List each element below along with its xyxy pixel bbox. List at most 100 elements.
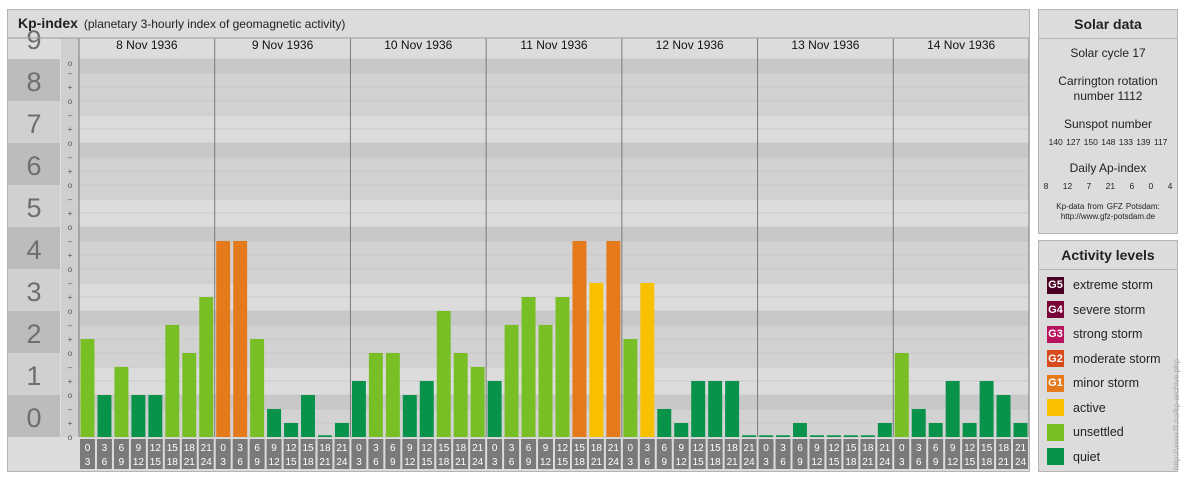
minor-tick-mark: +	[68, 125, 73, 134]
interval-start-label: 12	[693, 443, 705, 454]
minor-tick-mark: +	[68, 83, 73, 92]
interval-end-label: 9	[254, 457, 260, 468]
interval-start-label: 15	[302, 443, 314, 454]
solar-cycle: Solar cycle 17	[1070, 46, 1146, 60]
interval-end-label: 18	[438, 457, 450, 468]
y-tick-label: 3	[26, 277, 41, 307]
minor-tick-mark: –	[68, 405, 73, 414]
sunspot-values: 140 127 150 148 133 139 117	[1048, 137, 1168, 147]
daily-ap-label: Daily Ap-index	[1069, 161, 1147, 175]
interval-end-label: 6	[373, 457, 379, 468]
interval-start-label: 6	[254, 443, 260, 454]
interval-end-label: 3	[899, 457, 905, 468]
legend-item-extreme-storm: G5 extreme storm	[1047, 275, 1153, 295]
kp-bar	[911, 408, 926, 437]
interval-end-label: 9	[119, 457, 125, 468]
interval-end-label: 24	[744, 457, 756, 468]
interval-end-label: 12	[133, 457, 145, 468]
interval-end-label: 21	[591, 457, 603, 468]
minor-tick-mark: –	[68, 237, 73, 246]
y-tick-label: 4	[26, 235, 41, 265]
minor-tick-mark: +	[68, 167, 73, 176]
plot-band-top	[79, 59, 1029, 73]
interval-end-label: 9	[526, 457, 532, 468]
interval-end-label: 3	[492, 457, 498, 468]
kp-bar	[776, 435, 790, 437]
interval-start-label: 0	[763, 443, 769, 454]
kp-bar	[267, 408, 282, 437]
interval-end-label: 15	[828, 457, 840, 468]
legend-item-quiet: quiet	[1047, 447, 1100, 467]
interval-end-label: 9	[390, 457, 396, 468]
minor-tick-mark: o	[68, 265, 73, 274]
interval-start-label: 21	[879, 443, 891, 454]
interval-end-label: 12	[540, 457, 552, 468]
interval-end-label: 6	[916, 457, 922, 468]
legend-label: strong storm	[1073, 327, 1143, 341]
interval-start-label: 6	[390, 443, 396, 454]
kp-bar	[504, 324, 519, 437]
kp-bar	[148, 395, 163, 437]
kp-bar	[894, 353, 909, 437]
interval-start-label: 9	[136, 443, 142, 454]
interval-end-label: 18	[302, 457, 314, 468]
interval-start-label: 18	[862, 443, 874, 454]
interval-end-label: 15	[421, 457, 433, 468]
y-tick-label: 6	[26, 151, 41, 181]
kp-bar	[843, 435, 858, 437]
interval-start-label: 18	[184, 443, 196, 454]
interval-end-label: 24	[608, 457, 620, 468]
day-label: 12 Nov 1936	[656, 38, 724, 52]
kp-bar	[962, 423, 977, 437]
minor-tick-mark: –	[68, 279, 73, 288]
activity-levels-panel: Activity levels G5 extreme storm G4 severe …	[1038, 240, 1178, 472]
plot-band-top	[79, 101, 1029, 115]
interval-end-label: 15	[150, 457, 162, 468]
kp-bar	[657, 408, 672, 437]
legend-item-active: active	[1047, 398, 1106, 418]
interval-start-label: 0	[356, 443, 362, 454]
carrington-rotation-number: number 1112	[1073, 89, 1143, 103]
interval-end-label: 9	[661, 457, 667, 468]
y-tick-label: 8	[26, 67, 41, 97]
interval-end-label: 24	[879, 457, 891, 468]
kp-bar	[436, 311, 451, 437]
interval-start-label: 3	[645, 443, 651, 454]
kp-bar	[182, 353, 197, 437]
minor-tick-mark: o	[68, 433, 73, 442]
kp-bar	[470, 366, 485, 437]
kp-bar	[521, 297, 536, 437]
legend-label: severe storm	[1073, 302, 1146, 317]
minor-tick-mark: +	[68, 419, 73, 428]
kp-bar	[131, 395, 146, 437]
legend-swatch: G4	[1047, 301, 1064, 318]
interval-start-label: 9	[407, 443, 413, 454]
interval-start-label: 3	[373, 443, 379, 454]
minor-tick-mark: o	[68, 139, 73, 148]
interval-start-label: 9	[678, 443, 684, 454]
interval-start-label: 3	[509, 443, 515, 454]
minor-tick-mark: –	[68, 321, 73, 330]
legend-item-moderate-storm: G2 moderate storm	[1047, 349, 1161, 369]
kp-bar	[996, 395, 1011, 437]
kp-bar	[572, 240, 587, 437]
kp-bar	[165, 324, 180, 437]
interval-start-label: 15	[574, 443, 586, 454]
interval-end-label: 21	[455, 457, 467, 468]
interval-start-label: 15	[981, 443, 993, 454]
interval-end-label: 9	[933, 457, 939, 468]
interval-end-label: 24	[201, 457, 213, 468]
kp-bar	[284, 423, 299, 437]
kp-bar	[1013, 423, 1028, 437]
interval-start-label: 12	[557, 443, 569, 454]
y-tick-label: 7	[26, 109, 41, 139]
interval-start-label: 18	[998, 443, 1010, 454]
kp-bar	[334, 423, 349, 437]
kp-chart: 0123456789o+–o+–o+–o+–o+–o+–o+–o+–o+–o8 …	[8, 25, 1029, 469]
interval-start-label: 21	[472, 443, 484, 454]
kp-bar	[97, 395, 112, 437]
minor-tick-mark: –	[68, 153, 73, 162]
interval-end-label: 21	[998, 457, 1010, 468]
interval-end-label: 18	[167, 457, 179, 468]
plot-band-top	[79, 143, 1029, 157]
